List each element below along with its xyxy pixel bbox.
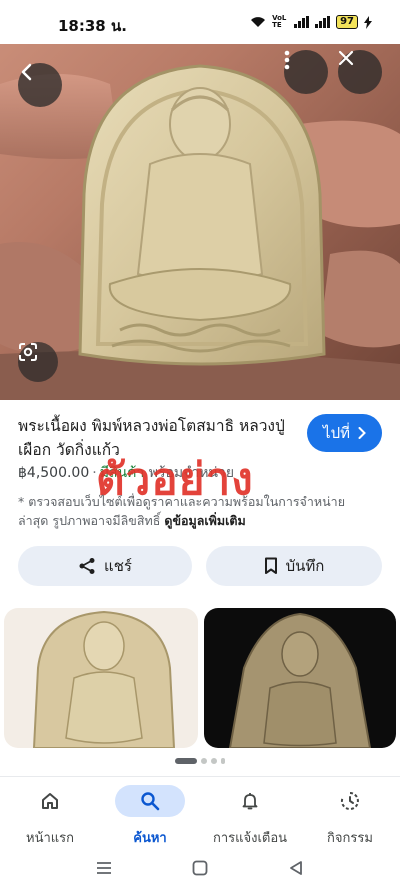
carousel-dot: [211, 758, 217, 764]
disclaimer: * ตรวจสอบเว็บไซต์เพื่อดูราคาและความพร้อม…: [18, 492, 368, 530]
bottom-navigation: หน้าแรก ค้นหา การแจ้งเตือน กิจกรรม: [0, 776, 400, 848]
arrow-left-icon: [21, 63, 32, 81]
visit-label: ไปที่: [323, 424, 350, 442]
more-info-link[interactable]: ดูข้อมูลเพิ่มเติม: [164, 513, 245, 528]
related-amulet-photo: [228, 612, 372, 748]
charging-icon: [364, 15, 372, 29]
home-square-icon: [192, 860, 208, 876]
lens-button[interactable]: [18, 342, 58, 382]
price: ฿4,500.00: [18, 465, 90, 481]
bookmark-icon: [264, 557, 277, 574]
recent-apps-icon: [97, 862, 111, 874]
related-images: [0, 608, 400, 748]
related-amulet-photo: [32, 610, 176, 748]
nav-activity-icon-wrap: [322, 785, 378, 817]
home-button[interactable]: [188, 856, 212, 880]
nav-activity-label: กิจกรรม: [327, 831, 373, 846]
save-button[interactable]: บันทึก: [206, 546, 382, 586]
nav-search-label: ค้นหา: [133, 831, 167, 846]
more-vert-icon: [284, 50, 290, 70]
recent-apps-button[interactable]: [92, 856, 116, 880]
status-bar: 18:38 น. VoLTE 97: [0, 0, 400, 44]
chevron-right-icon: [358, 427, 366, 439]
share-button[interactable]: แชร์: [18, 546, 192, 586]
back-button[interactable]: [18, 63, 62, 107]
carousel-dot-active: [175, 758, 197, 764]
system-navigation: [0, 848, 400, 888]
triangle-back-icon: [290, 861, 302, 875]
system-back-button[interactable]: [284, 856, 308, 880]
bell-icon: [242, 793, 258, 810]
volte-label: VoLTE: [272, 14, 287, 29]
lens-icon: [19, 343, 37, 361]
nav-home[interactable]: หน้าแรก: [0, 777, 100, 849]
nav-activity[interactable]: กิจกรรม: [300, 777, 400, 849]
save-label: บันทึก: [285, 557, 325, 575]
visit-button[interactable]: ไปที่: [307, 414, 382, 452]
carousel-dot: [221, 758, 225, 764]
nav-notifications[interactable]: การแจ้งเตือน: [200, 777, 300, 849]
nav-search-icon-wrap: [115, 785, 185, 817]
battery-indicator: 97: [336, 15, 358, 29]
signal-icon-2: [315, 16, 331, 28]
wifi-icon: [251, 17, 266, 27]
home-icon: [42, 793, 58, 809]
nav-home-label: หน้าแรก: [26, 831, 74, 846]
product-image[interactable]: [0, 44, 400, 400]
status-time: 18:38 น.: [58, 17, 127, 35]
close-icon: [338, 50, 354, 66]
carousel-indicator: [0, 758, 400, 764]
nav-search[interactable]: ค้นหา: [100, 777, 200, 849]
activity-icon: [340, 792, 359, 810]
amulet-photo: [0, 64, 400, 400]
nav-home-icon-wrap: [22, 785, 78, 817]
carousel-dot: [201, 758, 207, 764]
signal-icon: [294, 16, 310, 28]
nav-notifications-icon-wrap: [222, 785, 278, 817]
related-image[interactable]: [4, 608, 198, 748]
status-icons: VoLTE 97: [250, 15, 372, 29]
related-image[interactable]: [204, 608, 396, 748]
share-icon: [79, 558, 95, 574]
search-icon: [141, 792, 160, 811]
close-button[interactable]: [338, 50, 382, 94]
more-button[interactable]: [284, 50, 328, 94]
share-label: แชร์: [104, 557, 132, 575]
nav-notifications-label: การแจ้งเตือน: [212, 831, 288, 846]
